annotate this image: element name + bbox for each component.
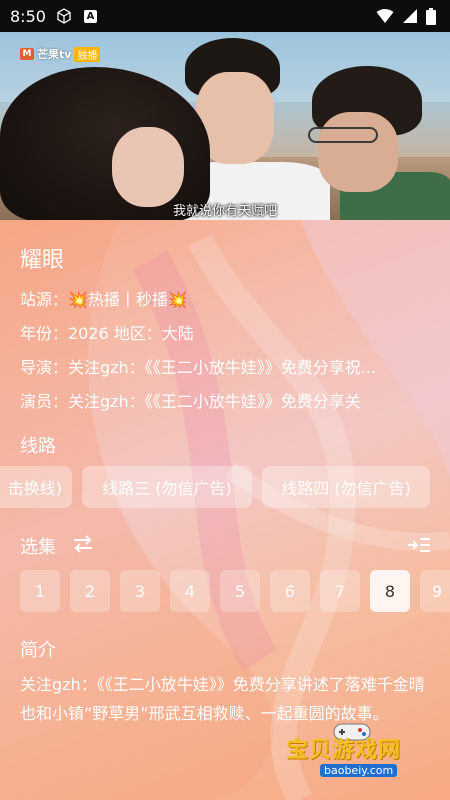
route-button-3[interactable]: 线路三 (勿信广告) — [82, 466, 252, 508]
wifi-icon — [376, 9, 394, 23]
watermark-text: 宝贝游戏网 — [286, 738, 402, 763]
status-bar: 8:50 A — [0, 0, 450, 32]
show-title: 耀眼 — [20, 248, 65, 273]
director-info: 导演：关注gzh：《《王二小放牛娃》》免费分享祝... — [20, 358, 376, 377]
video-subtitle: 我就说你有天赋吧 — [172, 204, 277, 219]
episode-button-1[interactable]: 1 — [20, 570, 60, 612]
route-button-current[interactable]: 击换线) — [0, 466, 72, 508]
expand-list-icon[interactable] — [406, 536, 432, 554]
signal-icon — [403, 9, 417, 23]
logo-badge: 独播 — [74, 46, 101, 62]
status-right-icons — [376, 7, 436, 25]
status-time: 8:50 — [10, 6, 46, 26]
watermark-url: baobeiy.com — [320, 764, 398, 777]
video-figure — [112, 127, 184, 207]
cube-icon — [57, 8, 71, 24]
episode-button-4[interactable]: 4 — [170, 570, 210, 612]
logo-text: 芒果tv — [37, 48, 72, 61]
episode-button-2[interactable]: 2 — [70, 570, 110, 612]
site-watermark: 宝贝游戏网 baobeiy.com — [282, 723, 432, 784]
episode-button-9[interactable]: 9 — [420, 570, 450, 612]
episodes-label: 选集 — [20, 537, 56, 558]
source-info: 站源：💥热播丨秒播💥 — [20, 290, 188, 309]
episode-button-8-selected[interactable]: 8 — [370, 570, 410, 612]
episode-button-7[interactable]: 7 — [320, 570, 360, 612]
logo-mark: M — [20, 48, 34, 60]
battery-icon — [426, 7, 436, 25]
swap-order-icon[interactable] — [72, 534, 94, 554]
channel-logo: M 芒果tv 独播 — [20, 46, 101, 62]
episode-button-5[interactable]: 5 — [220, 570, 260, 612]
video-player[interactable]: M 芒果tv 独播 我就说你有天赋吧 — [0, 32, 450, 220]
episode-button-3[interactable]: 3 — [120, 570, 160, 612]
a-notification-icon: A — [83, 9, 97, 23]
detail-panel: 耀眼 站源：💥热播丨秒播💥 年份：2026 地区：大陆 导演：关注gzh：《《王… — [0, 220, 450, 800]
route-button-4[interactable]: 线路四 (勿信广告) — [262, 466, 430, 508]
actors-info: 演员：关注gzh：《《王二小放牛娃》》免费分享关 — [20, 392, 361, 411]
routes-label: 线路 — [20, 436, 56, 457]
video-figure — [318, 112, 398, 192]
episode-button-6[interactable]: 6 — [270, 570, 310, 612]
synopsis-label: 简介 — [20, 640, 56, 661]
video-figure — [308, 127, 378, 143]
year-region-info: 年份：2026 地区：大陆 — [20, 324, 194, 343]
